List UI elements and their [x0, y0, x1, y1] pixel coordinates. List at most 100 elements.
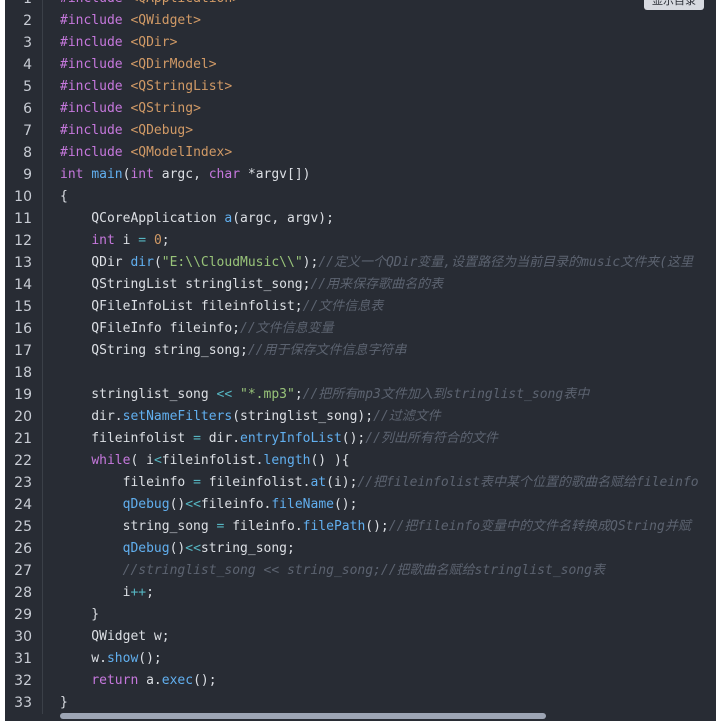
code-line: 7 #include <QDebug>	[5, 120, 716, 142]
line-number: 32	[5, 670, 43, 692]
line-number: 30	[5, 626, 43, 648]
code-token: a.	[138, 673, 162, 688]
code-token: w.	[60, 651, 107, 666]
code-token: fileinfolist.	[161, 453, 264, 468]
code-token: *argv[])	[240, 167, 311, 182]
code-token: //用来保存歌曲名的表	[310, 277, 444, 292]
line-number: 19	[5, 384, 43, 406]
code-token: (argc, argv);	[232, 211, 334, 226]
code-text: #include <QDir>	[43, 32, 716, 54]
code-token: i	[114, 233, 139, 248]
code-text: while( i<fileinfolist.length() ){	[43, 450, 716, 472]
line-number: 18	[5, 362, 43, 384]
code-token: }	[60, 607, 100, 622]
code-token: //把fileinfo变量中的文件名转换成QString并赋	[388, 519, 691, 534]
code-token: (stringlist_song);	[232, 409, 374, 424]
line-number: 6	[5, 98, 43, 120]
code-token: "E:\\CloudMusic\\"	[161, 255, 303, 270]
code-token: QFileInfo fileinfo;	[60, 321, 241, 336]
code-token: #include	[60, 13, 131, 28]
code-token: i	[60, 585, 131, 600]
code-token: ();	[138, 651, 162, 666]
code-line: 15 QFileInfoList fileinfolist;//文件信息表	[5, 296, 716, 318]
code-token: ();	[341, 431, 366, 446]
horizontal-scrollbar[interactable]	[60, 713, 546, 719]
line-number: 16	[5, 318, 43, 340]
code-token: fileinfolist	[60, 431, 194, 446]
code-token: string_song;	[200, 541, 295, 556]
code-token: #include	[60, 101, 131, 116]
code-token: dir.	[60, 409, 123, 424]
code-text: fileinfo = fileinfolist.at(i);//把fileinf…	[43, 472, 716, 494]
code-token: #include	[60, 123, 131, 138]
code-line: 31 w.show();	[5, 648, 716, 670]
code-text: {	[43, 186, 716, 208]
line-number: 20	[5, 406, 43, 428]
code-token: dir.	[200, 431, 241, 446]
code-token: }	[60, 695, 68, 710]
code-token: =	[193, 475, 201, 490]
code-line: 32 return a.exec();	[5, 670, 716, 692]
code-text: }	[43, 604, 716, 626]
code-text: i++;	[43, 582, 716, 604]
code-text: QDir dir("E:\\CloudMusic\\");//定义一个QDir变…	[43, 252, 716, 274]
code-text: QFileInfoList fileinfolist;//文件信息表	[43, 296, 716, 318]
line-number: 24	[5, 494, 43, 516]
code-token: //过滤文件	[373, 409, 441, 424]
code-editor[interactable]: 显示目录 1#include <QApplication>2#include <…	[5, 0, 716, 721]
line-number: 14	[5, 274, 43, 296]
code-token: 0	[153, 233, 162, 248]
code-line: 28 i++;	[5, 582, 716, 604]
code-token: QCoreApplication	[60, 211, 225, 226]
code-line: 9 int main(int argc, char *argv[])	[5, 164, 716, 186]
code-token: ;	[294, 387, 303, 402]
code-token: <QDirModel>	[130, 57, 217, 72]
code-token: fileinfo.	[200, 497, 272, 512]
code-text: #include <QDebug>	[43, 120, 716, 142]
code-text: qDebug()<<fileinfo.fileName();	[43, 494, 716, 516]
line-number: 27	[5, 560, 43, 582]
code-token: <<	[185, 541, 201, 556]
code-text: #include <QApplication>	[43, 0, 716, 10]
code-token: at	[310, 475, 327, 490]
code-token: char	[208, 167, 241, 182]
code-text: #include <QModelIndex>	[43, 142, 716, 164]
code-token: QStringList stringlist_song;	[60, 277, 311, 292]
code-token: <QStringList>	[130, 79, 233, 94]
code-text: int main(int argc, char *argv[])	[43, 164, 716, 186]
code-token: QFileInfoList fileinfolist;	[60, 299, 303, 314]
code-token: dir	[130, 255, 154, 270]
code-line: 13 QDir dir("E:\\CloudMusic\\");//定义一个QD…	[5, 252, 716, 274]
code-token: QString string_song;	[60, 343, 248, 358]
code-line: 5 #include <QStringList>	[5, 76, 716, 98]
code-line: 26 qDebug()<<string_song;	[5, 538, 716, 560]
code-line: 11 QCoreApplication a(argc, argv);	[5, 208, 716, 230]
line-number: 9	[5, 164, 43, 186]
code-token: fileinfolist.	[200, 475, 311, 490]
code-area: 1#include <QApplication>2#include <QWidg…	[5, 0, 716, 714]
code-line: 2 #include <QWidget>	[5, 10, 716, 32]
code-text: #include <QStringList>	[43, 76, 716, 98]
code-token: //用于保存文件信息字符串	[247, 343, 407, 358]
code-line: 22 while( i<fileinfolist.length() ){	[5, 450, 716, 472]
code-token: <	[153, 453, 162, 468]
code-line: 18	[5, 362, 716, 384]
code-line: 30 QWidget w;	[5, 626, 716, 648]
code-text: fileinfolist = dir.entryInfoList();//列出所…	[43, 428, 716, 450]
code-line: 24 qDebug()<<fileinfo.fileName();	[5, 494, 716, 516]
line-number: 17	[5, 340, 43, 362]
code-token: <QDebug>	[130, 123, 194, 138]
code-token: while	[91, 453, 131, 468]
code-token: exec	[161, 673, 194, 688]
code-text: w.show();	[43, 648, 716, 670]
code-token: return	[91, 673, 139, 688]
code-line: 3 #include <QDir>	[5, 32, 716, 54]
code-token: ()	[169, 497, 186, 512]
code-token: #include	[60, 57, 131, 72]
code-token: #include	[60, 145, 131, 160]
code-token: ;	[146, 585, 154, 600]
